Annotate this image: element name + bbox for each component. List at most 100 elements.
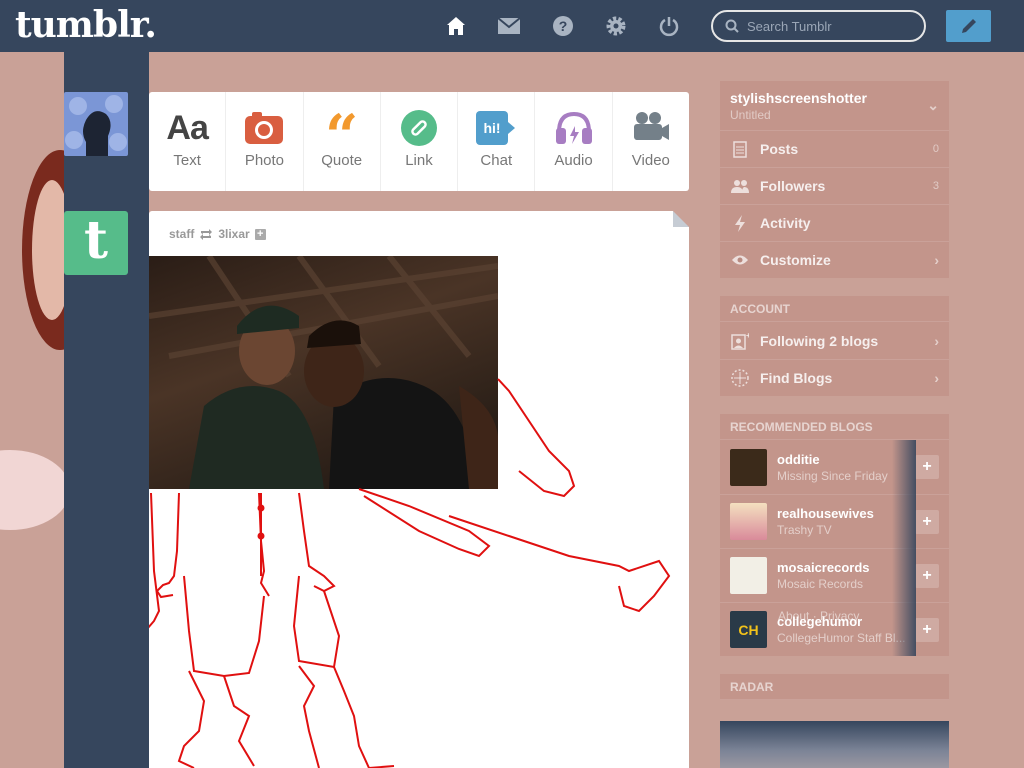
blog-name: stylishscreenshotter: [730, 89, 867, 106]
post-type-label: Video: [631, 152, 670, 169]
post-type-label: Text: [173, 152, 201, 169]
post-type-link[interactable]: Link: [381, 92, 459, 191]
sidebar-item-followers[interactable]: Followers 3: [720, 167, 949, 204]
blog-subtitle: Missing Since Friday: [777, 468, 888, 483]
video-camera-icon: [631, 108, 671, 148]
blog-subtitle: Mosaic Records: [777, 577, 864, 591]
people-icon: [730, 179, 750, 193]
chat-icon: hi!: [475, 108, 517, 148]
compose-button[interactable]: [946, 10, 991, 42]
post-type-text[interactable]: Aa Text: [149, 92, 227, 191]
mail-icon[interactable]: [497, 14, 521, 38]
posts-count: 0: [932, 143, 939, 155]
blog-name: odditie: [777, 451, 820, 467]
eye-icon: [730, 254, 750, 266]
post-type-label: Audio: [554, 152, 593, 169]
post-type-label: Photo: [244, 152, 285, 169]
svg-text:+: +: [746, 332, 749, 340]
follow-button[interactable]: +: [915, 455, 939, 479]
account-heading: ACCOUNT: [720, 296, 949, 322]
post-type-photo[interactable]: Photo: [226, 92, 304, 191]
post-type-quote[interactable]: “ Quote: [304, 92, 381, 191]
chevron-right-icon: ›: [934, 332, 939, 349]
dashboard-post: staff 3lixar +: [149, 211, 689, 768]
post-header: staff 3lixar +: [169, 227, 266, 241]
sidebar-item-label: Followers: [760, 178, 826, 194]
post-type-label: Quote: [321, 152, 363, 169]
chevron-right-icon: ›: [934, 370, 939, 386]
sidebar-recommended: RECOMMENDED BLOGS odditie Missing Since F…: [720, 414, 949, 656]
radar-heading: RADAR: [720, 674, 949, 700]
search-icon: [725, 19, 739, 33]
sidebar-item-label: Posts: [760, 141, 799, 157]
camera-icon: [244, 108, 284, 148]
blog-title: Untitled: [730, 107, 771, 122]
follow-button[interactable]: +: [915, 510, 939, 534]
post-type-audio[interactable]: Audio: [535, 92, 613, 191]
top-header: tumblr. ?: [0, 0, 1024, 52]
sidebar-item-customize[interactable]: Customize ›: [720, 241, 949, 278]
blog-switcher[interactable]: stylishscreenshotter Untitled ⌄: [720, 81, 949, 130]
sidebar-item-label: Following 2 blogs: [760, 332, 879, 349]
post-type-bar: Aa Text Photo “ Quote Link hi! Chat Audi…: [149, 92, 689, 191]
blog-avatar: CH: [730, 611, 767, 648]
footer-links[interactable]: About · Privacy: [778, 609, 859, 623]
search-input[interactable]: [747, 18, 907, 34]
staff-avatar[interactable]: t: [64, 211, 128, 275]
follow-button[interactable]: +: [915, 618, 939, 642]
post-author[interactable]: staff: [169, 227, 194, 241]
document-icon: [730, 140, 750, 158]
home-icon[interactable]: [444, 14, 468, 38]
blog-avatar: [730, 448, 767, 486]
radar-image[interactable]: [720, 721, 949, 768]
blog-name: mosaicrecords: [777, 560, 870, 575]
blog-avatar: [730, 503, 767, 540]
blog-subtitle: CollegeHumor Staff Bl...: [777, 631, 906, 645]
dark-scroll-strip: [892, 440, 916, 656]
svg-text:hi!: hi!: [484, 120, 501, 136]
sidebar-item-label: Find Blogs: [760, 370, 833, 386]
chevron-down-icon: ⌄: [927, 97, 939, 113]
quote-icon: “: [325, 102, 359, 170]
pencil-icon: [961, 19, 976, 33]
blog-name: realhousewives: [777, 506, 874, 521]
lightning-icon: [730, 214, 750, 232]
sidebar-item-label: Activity: [760, 215, 811, 231]
post-corner-fold: [673, 211, 689, 227]
sidebar-account: ACCOUNT + Following 2 blogs › Find Blogs…: [720, 296, 949, 396]
add-person-icon: +: [730, 332, 750, 350]
sidebar-item-label: Customize: [760, 252, 831, 268]
background-figure: [0, 150, 64, 530]
tumblr-logo[interactable]: tumblr.: [15, 4, 157, 46]
link-icon: [400, 108, 438, 148]
gear-icon[interactable]: [604, 14, 628, 38]
sidebar-radar: RADAR: [720, 674, 949, 768]
sidebar-item-following[interactable]: + Following 2 blogs ›: [720, 322, 949, 359]
post-type-chat[interactable]: hi! Chat: [458, 92, 536, 191]
red-doodle: [149, 378, 671, 768]
sidebar-item-find-blogs[interactable]: Find Blogs ›: [720, 359, 949, 396]
reblog-icon: [200, 228, 213, 240]
compass-icon: [730, 369, 750, 387]
sidebar-item-posts[interactable]: Posts 0: [720, 130, 949, 167]
sidebar-item-activity[interactable]: Activity: [720, 204, 949, 241]
power-icon[interactable]: [657, 14, 681, 38]
reblogged-from[interactable]: 3lixar: [218, 227, 249, 241]
sidebar-blog-menu: stylishscreenshotter Untitled ⌄ Posts 0 …: [720, 81, 949, 278]
followers-count: 3: [932, 180, 939, 192]
follow-plus-icon[interactable]: +: [254, 228, 266, 240]
headphones-icon: [554, 108, 594, 148]
svg-text:?: ?: [559, 18, 568, 34]
recommended-heading: RECOMMENDED BLOGS: [720, 414, 949, 440]
post-type-video[interactable]: Video: [613, 92, 689, 191]
follow-button[interactable]: +: [915, 564, 939, 588]
post-type-label: Link: [405, 152, 433, 169]
text-icon: Aa: [166, 108, 208, 147]
search-box[interactable]: [711, 10, 926, 42]
chevron-right-icon: ›: [934, 252, 939, 268]
user-avatar[interactable]: [64, 92, 128, 156]
silhouette-icon: [65, 95, 127, 156]
blog-subtitle: Trashy TV: [777, 523, 832, 537]
help-icon[interactable]: ?: [551, 14, 575, 38]
left-rail: [64, 52, 149, 768]
